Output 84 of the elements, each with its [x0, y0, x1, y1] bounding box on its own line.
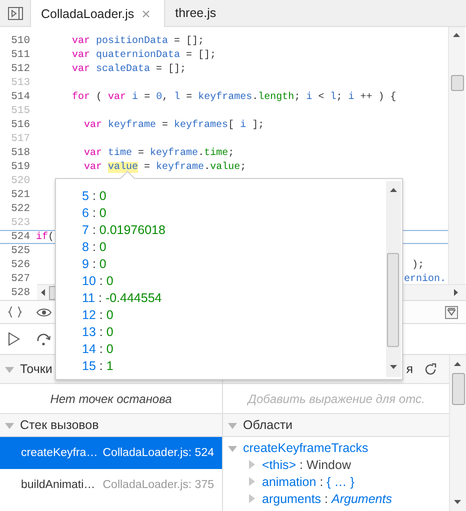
array-entry: 8 : 0	[82, 238, 106, 255]
line-number: 511	[10, 49, 31, 61]
stack-frame[interactable]: createKeyfra… ColladaLoader.js: 524	[0, 437, 222, 469]
scroll-up-icon[interactable]	[452, 31, 461, 40]
vertical-scrollbar[interactable]	[386, 181, 401, 377]
code-line: var quaternionData = [];	[71, 50, 216, 60]
step-over-icon[interactable]	[36, 332, 51, 346]
scroll-right-icon[interactable]	[451, 288, 460, 297]
code-fragment: );	[412, 260, 424, 270]
line-number: 528	[10, 287, 31, 299]
panel-title: Области	[243, 418, 293, 432]
array-entry: 11 : -0.444554	[82, 290, 162, 306]
array-entry: 14 : 0	[82, 340, 114, 357]
empty-message: Нет точек останова	[49, 390, 173, 408]
line-number: 521	[10, 189, 31, 201]
code-line: var time = keyframe.time;	[83, 148, 234, 158]
array-entry: 5 : 0	[82, 188, 106, 204]
array-entry: 12 : 0	[82, 306, 114, 323]
triangle-down-icon[interactable]	[5, 420, 14, 430]
scope-variable[interactable]: arguments : Arguments	[262, 492, 392, 506]
vertical-scrollbar[interactable]	[448, 27, 465, 285]
scroll-down-icon[interactable]	[453, 497, 462, 506]
line-number: 518	[10, 147, 31, 159]
scrollbar-thumb[interactable]	[452, 373, 465, 405]
code-line: for ( var i = 0, l = keyframes.length; i < l; i ++ ) {	[71, 92, 396, 102]
scope-name[interactable]: createKeyframeTracks	[243, 441, 368, 455]
scrollbar-thumb[interactable]	[387, 253, 399, 347]
editor-tab[interactable]: three.js	[165, 0, 230, 26]
sidebar-toggle-icon[interactable]	[8, 6, 22, 20]
refresh-icon[interactable]	[424, 362, 437, 376]
line-number: 510	[10, 35, 31, 47]
panel-header[interactable]: Области	[223, 413, 449, 437]
stack-frame[interactable]: buildAnimati… ColladaLoader.js: 375	[0, 469, 222, 501]
triangle-down-icon[interactable]	[228, 420, 237, 430]
scrollbar-thumb[interactable]	[451, 75, 464, 91]
scope-variable[interactable]: animation : { … }	[262, 474, 354, 488]
dropdown-icon[interactable]	[445, 306, 458, 318]
line-number: 523	[10, 217, 31, 229]
array-entry: 13 : 0	[82, 324, 114, 340]
panel-header[interactable]: Стек вызовов	[0, 413, 222, 437]
line-number: 520	[10, 175, 31, 187]
scope-variable[interactable]: <this> : Window	[262, 458, 351, 472]
panel-title: я	[406, 362, 413, 376]
line-number: 526	[10, 259, 31, 271]
scroll-up-icon[interactable]	[389, 186, 398, 195]
code-fragment: ernion.	[404, 274, 446, 284]
code-line: var scaleData = [];	[71, 64, 186, 74]
array-entry: 10 : 0	[82, 272, 114, 289]
array-entry: 7 : 0.01976018	[82, 222, 166, 238]
vertical-scrollbar[interactable]	[449, 355, 466, 511]
line-number: 513	[10, 77, 31, 89]
triangle-down-icon[interactable]	[5, 364, 14, 374]
line-number: 524	[10, 231, 31, 243]
code-line: if(	[36, 232, 54, 242]
panel-title: Стек вызовов	[20, 418, 99, 432]
code-line: var value = keyframe.value;	[83, 162, 246, 172]
code-line: var keyframe = keyframes[ i ];	[83, 120, 264, 130]
function-name: createKeyfra…	[21, 447, 98, 459]
scroll-left-icon[interactable]	[39, 288, 48, 297]
pretty-print-icon[interactable]	[8, 306, 22, 318]
play-icon[interactable]	[8, 332, 20, 346]
function-name: buildAnimati…	[21, 479, 96, 491]
line-number: 516	[10, 119, 31, 131]
close-icon[interactable]	[142, 10, 150, 18]
line-number: 522	[10, 203, 31, 215]
frame-location: ColladaLoader.js: 524	[102, 447, 214, 459]
eye-icon[interactable]	[36, 306, 52, 318]
triangle-down-icon[interactable]	[228, 444, 237, 452]
line-number: 515	[10, 105, 31, 117]
frame-location: ColladaLoader.js: 375	[102, 479, 214, 491]
editor-tab[interactable]: ColladaLoader.js	[30, 0, 166, 27]
line-number: 525	[10, 245, 31, 257]
line-number: 527	[10, 273, 31, 285]
line-number: 517	[10, 133, 31, 145]
panel-title: Точки	[20, 362, 52, 376]
code-line: var positionData = [];	[71, 36, 204, 46]
array-entry: 9 : 0	[82, 256, 106, 272]
array-entry: 15 : 1	[82, 358, 114, 374]
scroll-up-icon[interactable]	[453, 360, 462, 369]
line-number: 519	[10, 161, 31, 173]
line-number: 512	[10, 63, 31, 75]
line-number: 514	[10, 91, 31, 103]
array-entry: 6 : 0	[82, 204, 106, 221]
scroll-down-icon[interactable]	[389, 362, 398, 371]
